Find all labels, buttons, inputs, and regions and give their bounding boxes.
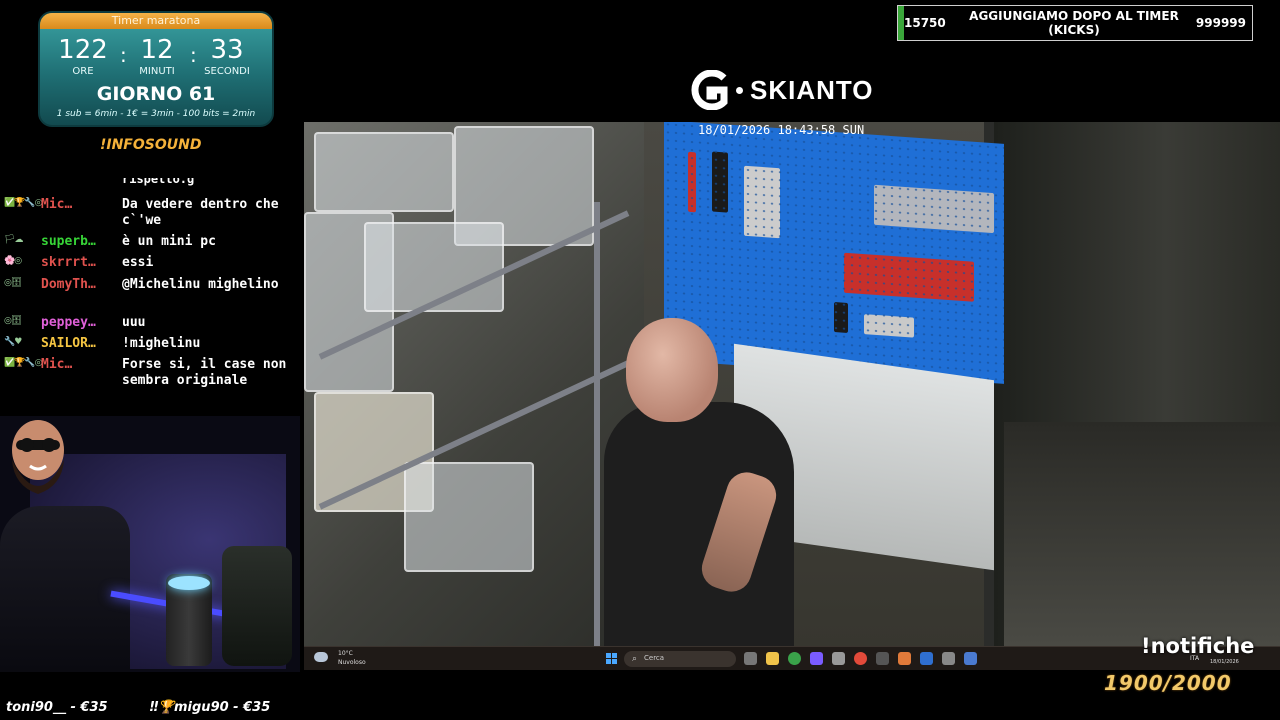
timer-hours: 122 bbox=[58, 35, 108, 65]
task-view-icon[interactable] bbox=[744, 652, 757, 665]
cloud-icon bbox=[314, 652, 328, 662]
chat-text: uuu bbox=[122, 315, 146, 330]
webcam-speaker bbox=[166, 574, 212, 666]
tool bbox=[688, 151, 696, 213]
kicks-goal-bar: 15750 AGGIUNGIAMO DOPO AL TIMER (KICKS) … bbox=[897, 5, 1253, 41]
chat-username[interactable]: peppey… bbox=[41, 315, 121, 330]
tip-item: migu90 - €35 bbox=[174, 700, 271, 715]
shelf-rack bbox=[594, 202, 600, 646]
app-icon[interactable] bbox=[832, 652, 845, 665]
windows-start-icon[interactable] bbox=[606, 653, 618, 665]
tool bbox=[864, 314, 914, 338]
timer-seconds-label: SECONDI bbox=[204, 66, 250, 77]
chat-text: essi bbox=[122, 255, 154, 270]
timer-title: Timer maratona bbox=[40, 13, 272, 29]
storage-shelf bbox=[304, 122, 644, 646]
timer-rates: 1 sub = 6min - 1€ = 3min - 100 bits = 2m… bbox=[56, 109, 256, 119]
app-icon[interactable] bbox=[920, 652, 933, 665]
chat-badges: ✅🏆🔧◎ bbox=[4, 198, 42, 208]
timer-seconds: 33 bbox=[210, 35, 244, 65]
chat-cutoff-text: rispetto.g bbox=[122, 178, 195, 186]
storage-bin bbox=[364, 222, 504, 312]
sub-goal-counter: 1900/2000 bbox=[1104, 671, 1232, 695]
tool bbox=[834, 302, 848, 333]
notifiche-command: !notifiche bbox=[1141, 634, 1255, 658]
camera-timestamp: 18/01/2026 18:43:58 SUN bbox=[698, 123, 865, 137]
cam-floor bbox=[1004, 422, 1280, 646]
chat-text: Forse si, il case non sembra originale bbox=[122, 357, 287, 388]
marathon-timer: Timer maratona 122 : 12 : 33 ORE MINUTI … bbox=[38, 11, 274, 127]
webcam-feed bbox=[0, 416, 300, 672]
chat-badges: ✅🏆🔧◎ bbox=[4, 358, 42, 368]
infosound-command: !INFOSOUND bbox=[100, 137, 202, 153]
chat-badges: ◎🗄 bbox=[4, 316, 22, 326]
storage-bin bbox=[314, 132, 454, 212]
trophy-icon: ‼🏆 bbox=[150, 700, 175, 715]
file-explorer-icon[interactable] bbox=[766, 652, 779, 665]
timer-minutes: 12 bbox=[140, 35, 174, 65]
tool bbox=[744, 165, 780, 239]
chat-panel: rispetto.g ✅🏆🔧◎ Mic… Da vedere dentro ch… bbox=[0, 172, 300, 412]
tray-date[interactable]: 18/01/2026 bbox=[1210, 659, 1239, 665]
chat-username[interactable]: Mic… bbox=[41, 357, 121, 372]
chat-badges: ◎🗄 bbox=[4, 278, 22, 288]
webcam-chair bbox=[0, 506, 130, 672]
chat-text: Da vedere dentro che c`'we bbox=[122, 197, 279, 228]
storage-bin bbox=[404, 462, 534, 572]
logo-dot bbox=[736, 87, 743, 94]
g-logo-icon bbox=[691, 70, 728, 110]
chat-username[interactable]: skrrrt… bbox=[41, 255, 121, 270]
chrome-icon[interactable] bbox=[788, 652, 801, 665]
wrench-set bbox=[874, 184, 994, 234]
chat-badges: 🔧♥ bbox=[4, 337, 22, 347]
app-icon[interactable] bbox=[942, 652, 955, 665]
goal-target: 999999 bbox=[1195, 16, 1246, 30]
chat-username[interactable]: SAILOR… bbox=[41, 336, 121, 351]
chat-text: @Michelinu mighelino bbox=[122, 277, 279, 292]
chat-text: !mighelinu bbox=[122, 336, 201, 351]
chat-username[interactable]: superb… bbox=[41, 234, 121, 249]
webcam-equipment bbox=[222, 546, 292, 666]
screwdriver-set bbox=[844, 252, 974, 302]
tip-item: toni90__ - €35 bbox=[6, 700, 108, 715]
goal-current: 15750 bbox=[904, 16, 946, 30]
discord-icon[interactable] bbox=[810, 652, 823, 665]
goal-progress-fill bbox=[898, 6, 904, 40]
chat-badges: 🌸◎ bbox=[4, 256, 22, 266]
app-icon[interactable] bbox=[876, 652, 889, 665]
tool-pegboard bbox=[664, 122, 1004, 384]
app-icon[interactable] bbox=[898, 652, 911, 665]
streamer-avatar bbox=[12, 420, 64, 494]
chat-username[interactable]: Mic… bbox=[41, 197, 121, 212]
search-icon: ⌕ bbox=[632, 654, 638, 664]
app-icon[interactable] bbox=[964, 652, 977, 665]
goal-label: AGGIUNGIAMO DOPO AL TIMER (KICKS) bbox=[969, 9, 1179, 37]
weather-temp: 10°C bbox=[338, 650, 353, 657]
search-label: Cerca bbox=[644, 654, 665, 662]
tips-ticker: toni90__ - €35 ‼🏆 migu90 - €35 bbox=[0, 697, 310, 719]
workshop-camera-feed: 18/01/2026 18:43:58 SUN bbox=[304, 122, 1280, 646]
person-head bbox=[626, 318, 718, 422]
chat-username[interactable]: DomyTh… bbox=[41, 277, 121, 292]
chat-text: è un mini pc bbox=[122, 234, 216, 249]
taskbar-search[interactable]: ⌕ Cerca bbox=[624, 651, 736, 667]
windows-taskbar: 10°C Nuvoloso ⌕ Cerca ITA 18/01/2026 bbox=[304, 646, 1280, 670]
chat-badges: 🏳☁ bbox=[4, 235, 23, 245]
browser-icon[interactable] bbox=[854, 652, 867, 665]
weather-condition: Nuvoloso bbox=[338, 659, 366, 666]
timer-day: GIORNO 61 bbox=[96, 83, 216, 105]
timer-hours-label: ORE bbox=[72, 66, 94, 77]
timer-minutes-label: MINUTI bbox=[139, 66, 175, 77]
tool bbox=[712, 151, 728, 213]
logo-text: SKIANTO bbox=[750, 75, 874, 105]
